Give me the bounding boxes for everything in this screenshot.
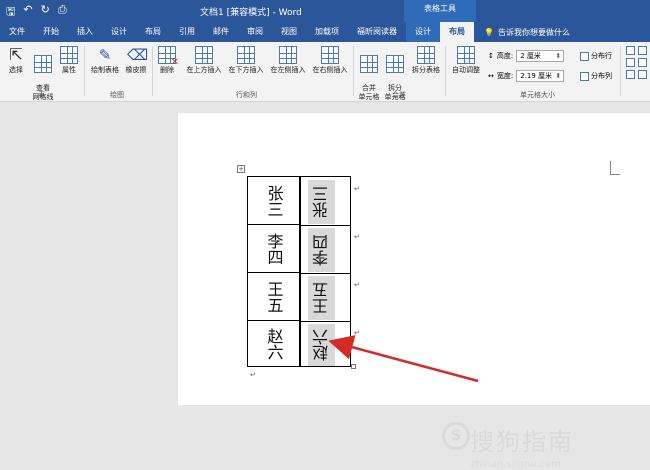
group-table-label: 表 [38, 91, 45, 99]
column-width-icon: ↔ [488, 72, 494, 80]
tab-insert[interactable]: 插入 [68, 22, 102, 42]
ribbon-separator [152, 46, 153, 96]
quick-access-toolbar: 🖫 ↶ ↻ ⎙ [6, 3, 67, 22]
distribute-rows-button[interactable]: 分布行 [580, 51, 612, 61]
column-width-input[interactable]: 2.19 厘米 [516, 70, 565, 82]
watermark-url: zhinan.sogou.com [470, 459, 562, 470]
select-button[interactable]: ⇱ 选择 [4, 46, 28, 75]
row-height-control: ↕ 高度: 2 厘米 [488, 50, 565, 62]
tab-table-design[interactable]: 设计 [406, 22, 440, 42]
ribbon-separator [84, 46, 85, 96]
delete-button[interactable]: 删除 [156, 46, 179, 75]
undo-icon[interactable]: ↶ [23, 3, 32, 22]
title-bar: 🖫 ↶ ↻ ⎙ 文档1 [兼容模式] - Word 表格工具 [0, 0, 650, 22]
group-merge-label: 合并 [392, 91, 406, 99]
tab-view[interactable]: 视图 [272, 22, 306, 42]
split-table-button[interactable]: 拆分表格 [409, 46, 443, 75]
ribbon-separator [445, 46, 446, 96]
row-height-input[interactable]: 2 厘米 [516, 50, 565, 62]
merge-cells-icon [360, 55, 378, 73]
column-width-control: ↔ 宽度: 2.19 厘米 [488, 70, 565, 82]
annotation-arrow [328, 335, 479, 383]
split-table-icon [417, 46, 435, 64]
tell-me-box[interactable]: 💡 告诉我你想要做什么 [484, 27, 570, 38]
align-bottom-left-icon[interactable] [626, 70, 635, 79]
row-height-icon: ↕ [488, 52, 494, 60]
redo-icon[interactable]: ↻ [41, 3, 50, 22]
properties-icon [60, 46, 78, 64]
document-title: 文档1 [兼容模式] - Word [200, 8, 302, 18]
insert-above-button[interactable]: 在上方插入 [184, 46, 224, 75]
group-draw-label: 绘图 [110, 91, 124, 99]
tell-me-text: 告诉我你想要做什么 [497, 27, 570, 37]
align-middle-left-icon[interactable] [626, 58, 635, 67]
eraser-button[interactable]: ⌫ 橡皮擦 [122, 46, 150, 75]
ribbon-tabs: 文件 开始 插入 设计 布局 引用 邮件 审阅 视图 加载项 福昕阅读器 设计 … [0, 22, 650, 42]
tab-references[interactable]: 引用 [170, 22, 204, 42]
tab-file[interactable]: 文件 [0, 22, 34, 42]
print-preview-icon[interactable]: ⎙ [58, 3, 67, 22]
tab-foxit-reader[interactable]: 福昕阅读器 [348, 22, 406, 42]
distribute-columns-button[interactable]: 分布列 [580, 71, 612, 81]
insert-below-button[interactable]: 在下方插入 [226, 46, 266, 75]
align-top-left-icon[interactable] [626, 46, 635, 55]
autofit-button[interactable]: 自动调整 [449, 46, 483, 75]
tab-mailings[interactable]: 邮件 [204, 22, 238, 42]
distribute-rows-icon [580, 51, 589, 61]
draw-table-button[interactable]: ✎ 绘制表格 [88, 46, 122, 75]
tab-layout[interactable]: 布局 [136, 22, 170, 42]
sogou-logo-icon: S [442, 422, 470, 450]
group-rows-cols-label: 行和列 [236, 91, 257, 99]
tab-home[interactable]: 开始 [34, 22, 68, 42]
alignment-grid [626, 46, 647, 79]
delete-table-icon [158, 46, 179, 67]
gridlines-icon [34, 55, 52, 73]
tab-addins[interactable]: 加载项 [306, 22, 348, 42]
cursor-icon: ⇱ [9, 45, 23, 64]
ribbon-separator [620, 46, 621, 96]
insert-right-button[interactable]: 在右侧插入 [310, 46, 350, 75]
align-middle-center-icon[interactable] [638, 58, 647, 67]
ribbon-separator [353, 46, 354, 96]
document-canvas: + 张三 张三 李四 李四 王五 王五 赵六 赵六 ↵ ↵ ↵ ↵ ↵ S 搜狗… [0, 102, 650, 470]
ribbon: ⇱ 选择 查看 网格线 属性 表 ✎ 绘制表格 ⌫ 橡皮擦 绘图 删除 在上方插… [0, 42, 650, 102]
insert-right-icon [321, 46, 339, 64]
autofit-icon [457, 46, 475, 64]
watermark-text: 搜狗指南 [470, 428, 574, 456]
split-cells-icon [386, 55, 404, 73]
tab-table-layout[interactable]: 布局 [440, 22, 474, 42]
distribute-columns-icon [580, 71, 589, 81]
merge-cells-button[interactable]: 合并 单元格 [357, 46, 381, 102]
eraser-icon: ⌫ [127, 46, 149, 64]
table-tools-context-label: 表格工具 [404, 0, 476, 22]
properties-button[interactable]: 属性 [58, 46, 80, 75]
sogou-watermark: S 搜狗指南 zhinan.sogou.com [442, 422, 574, 470]
tab-review[interactable]: 审阅 [238, 22, 272, 42]
align-top-center-icon[interactable] [638, 46, 647, 55]
pencil-icon: ✎ [98, 46, 112, 64]
insert-left-icon [279, 46, 297, 64]
group-cell-size-label: 单元格大小 [520, 91, 555, 99]
insert-above-icon [195, 46, 213, 64]
save-icon[interactable]: 🖫 [6, 3, 15, 22]
align-bottom-center-icon[interactable] [638, 70, 647, 79]
lightbulb-icon: 💡 [484, 27, 494, 37]
insert-below-icon [237, 46, 255, 64]
document-page[interactable]: + 张三 张三 李四 李四 王五 王五 赵六 赵六 ↵ ↵ ↵ ↵ ↵ [178, 113, 650, 405]
tab-design[interactable]: 设计 [102, 22, 136, 42]
insert-left-button[interactable]: 在左侧插入 [268, 46, 308, 75]
